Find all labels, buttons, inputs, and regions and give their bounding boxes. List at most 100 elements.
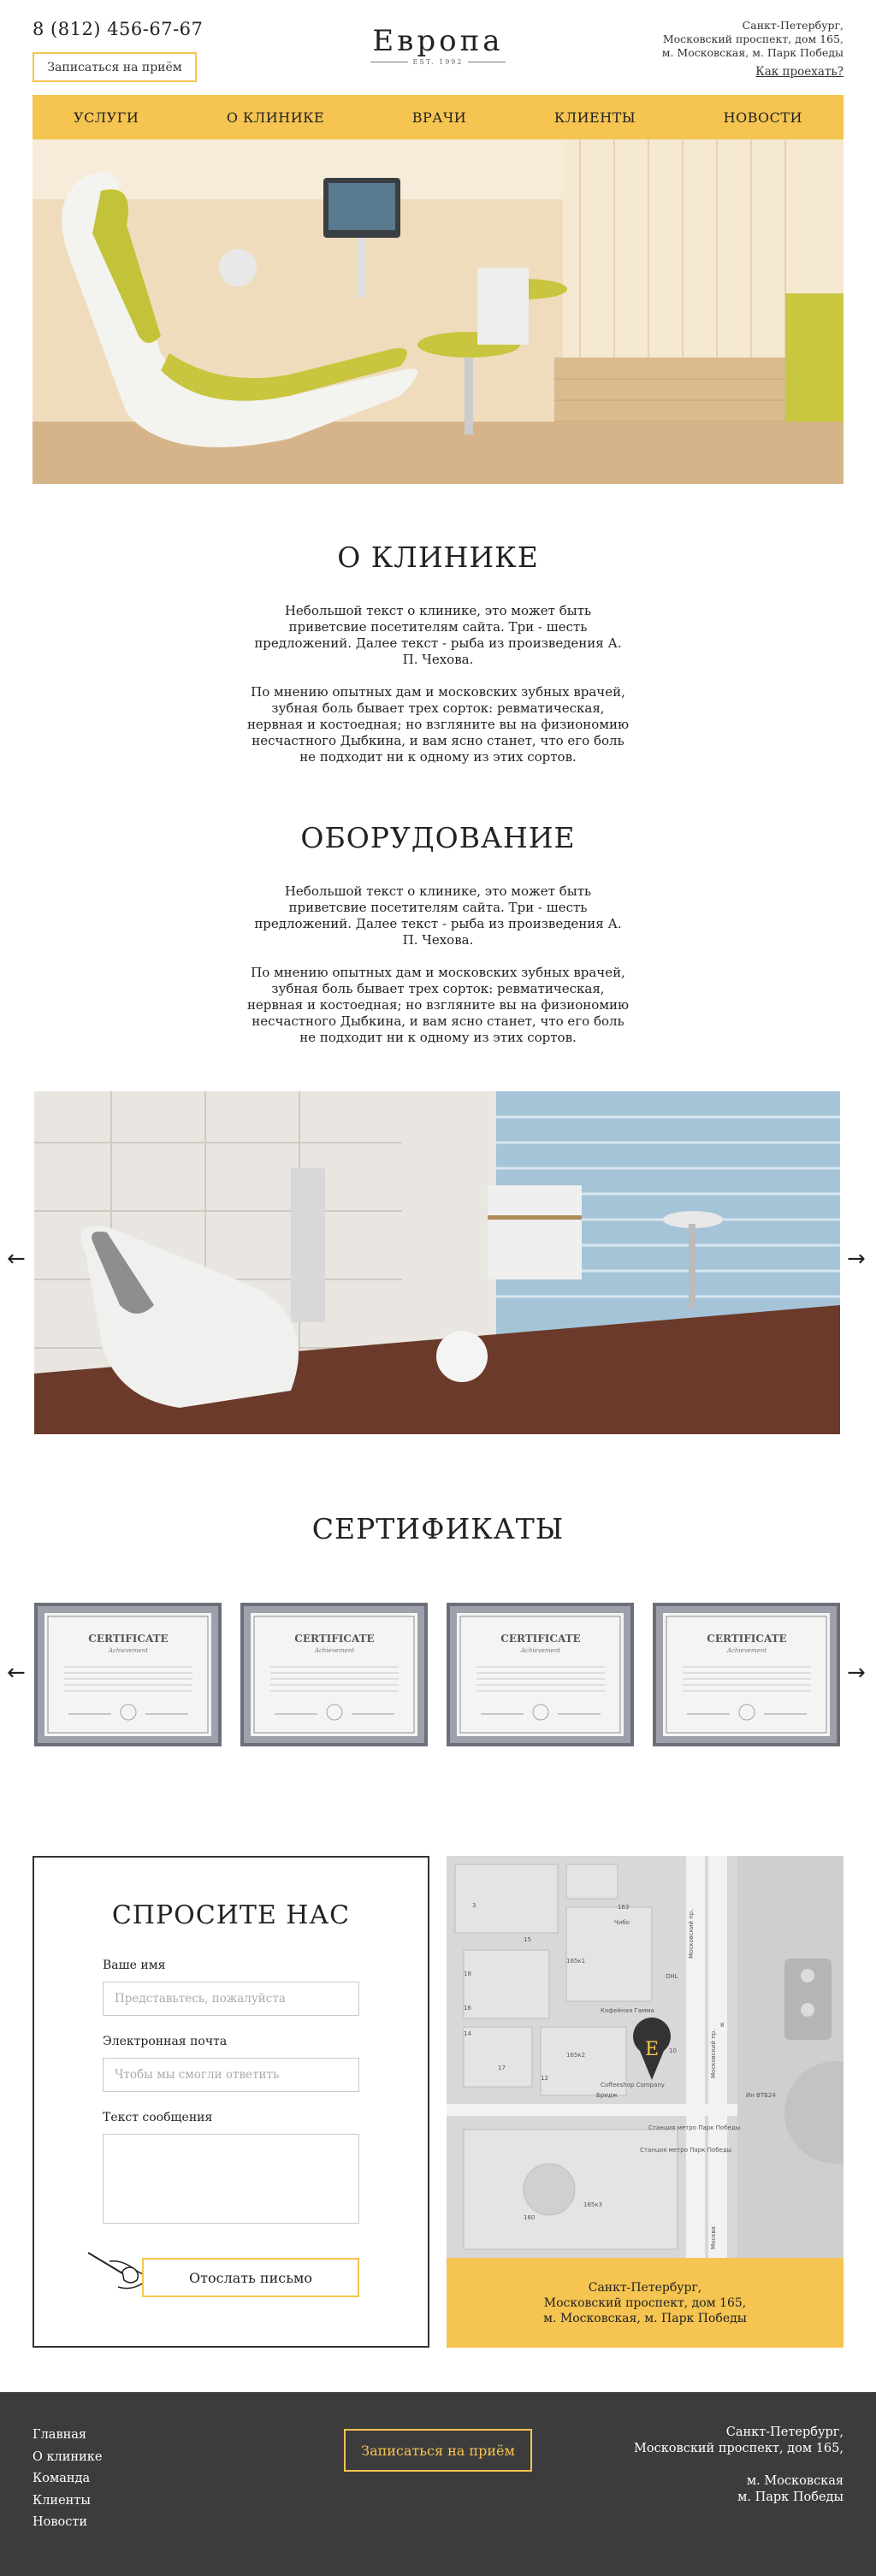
about-paragraph: Небольшой текст о клинике, это может быт…: [254, 603, 622, 667]
map-poi-label: DHL: [666, 1973, 678, 1980]
certificate-heading: CERTIFICATE: [707, 1633, 786, 1645]
footer-link-clients[interactable]: Клиенты: [33, 2490, 102, 2513]
header-address: Санкт-Петербург, Московский проспект, до…: [587, 19, 843, 60]
map-address-line: м. Московская, м. Парк Победы: [543, 2311, 747, 2325]
map-address-line: Московский проспект, дом 165,: [543, 2295, 747, 2310]
footer-appointment-button[interactable]: Записаться на приём: [344, 2429, 532, 2472]
map-address-line: Санкт-Петербург,: [588, 2280, 702, 2295]
main-nav: УСЛУГИ О КЛИНИКЕ ВРАЧИ КЛИЕНТЫ НОВОСТИ: [33, 95, 843, 139]
map-poi-label: Чибо: [614, 1919, 630, 1926]
map-street-label: Московский пр.: [710, 2029, 717, 2078]
message-label: Текст сообщения: [103, 2111, 213, 2124]
footer-address-line: Московский проспект, дом 165,: [634, 2442, 843, 2455]
header-address-line: Санкт-Петербург,: [742, 19, 843, 32]
equipment-paragraph: По мнению опытных дам и московских зубны…: [246, 965, 630, 1045]
certificates-title: СЕРТИФИКАТЫ: [311, 1512, 565, 1545]
equipment-paragraph: Небольшой текст о клинике, это может быт…: [254, 883, 622, 948]
certificate-heading: CERTIFICATE: [88, 1633, 168, 1645]
map-poi-label: Coffeeshop Company: [601, 2082, 665, 2089]
map-address: Санкт-Петербург, Московский проспект, до…: [447, 2258, 843, 2348]
send-message-button[interactable]: Отослать письмо: [142, 2258, 359, 2297]
hero-image: [33, 139, 843, 484]
header-address-line: м. Московская, м. Парк Победы: [661, 46, 843, 59]
footer-link-about[interactable]: О клинике: [33, 2447, 102, 2469]
map-street-label: Москва: [710, 2226, 717, 2249]
footer-nav: Главная О клинике Команда Клиенты Новост…: [33, 2425, 102, 2534]
logo-est: EST. 1992: [412, 58, 464, 66]
map-poi-label: Кофейная Гамма: [601, 2007, 654, 2014]
map-poi-label: Бридж: [596, 2092, 619, 2099]
map-house-number: 165к1: [566, 1958, 585, 1964]
certificates-next-arrow[interactable]: →: [847, 1662, 866, 1684]
dental-room-illustration: [33, 139, 843, 484]
map-house-number: 12: [541, 2075, 548, 2082]
map-street-label: Московский пр.: [688, 1910, 695, 1959]
footer-link-home[interactable]: Главная: [33, 2425, 102, 2447]
nav-item-clients[interactable]: КЛИЕНТЫ: [554, 109, 636, 126]
gallery-next-arrow[interactable]: →: [847, 1248, 866, 1270]
certificate-image: CERTIFICATE Achievement: [34, 1603, 222, 1746]
nav-item-doctors[interactable]: ВРАЧИ: [412, 109, 466, 126]
map-house-number: 160: [524, 2214, 535, 2221]
map-poi-label: Станция метро Парк Победы: [640, 2147, 731, 2154]
certificate-heading: CERTIFICATE: [500, 1633, 580, 1645]
logo[interactable]: Европа EST. 1992: [368, 24, 508, 66]
logo-name: Европа: [372, 24, 504, 58]
phone-number[interactable]: 8 (812) 456-67-67: [33, 19, 203, 39]
map-house-number: 10: [669, 2047, 677, 2054]
appointment-button[interactable]: Записаться на приём: [33, 52, 197, 82]
footer-metro-line: м. Парк Победы: [737, 2490, 843, 2504]
map-marker-letter: E: [645, 2039, 659, 2060]
footer-link-team[interactable]: Команда: [33, 2468, 102, 2490]
certificate-card[interactable]: CERTIFICATE Achievement: [447, 1603, 634, 1746]
map-house-number: 163: [618, 1904, 629, 1911]
location-map[interactable]: Московский пр. Московский пр. Кофейная Г…: [447, 1856, 843, 2258]
nav-item-news[interactable]: НОВОСТИ: [724, 109, 802, 126]
certificate-card[interactable]: CERTIFICATE Achievement: [653, 1603, 840, 1746]
nav-item-services[interactable]: УСЛУГИ: [74, 109, 139, 126]
contact-form-title: СПРОСИТЕ НАС: [111, 1900, 351, 1930]
map-house-number: 18: [464, 1970, 471, 1977]
map-illustration: Московский пр. Московский пр. Кофейная Г…: [447, 1856, 843, 2258]
certificate-image: CERTIFICATE Achievement: [653, 1603, 840, 1746]
name-label: Ваше имя: [103, 1959, 166, 1972]
map-house-number: 14: [464, 2030, 471, 2037]
contact-form: СПРОСИТЕ НАС Ваше имя Электронная почта …: [33, 1856, 429, 2348]
map-house-number: 8: [720, 2022, 724, 2029]
map-house-number: 165к2: [566, 2052, 585, 2059]
nav-item-about[interactable]: О КЛИНИКЕ: [227, 109, 324, 126]
email-input[interactable]: [103, 2058, 359, 2092]
map-house-number: 165к3: [583, 2201, 602, 2208]
footer-address: Санкт-Петербург, Московский проспект, до…: [587, 2425, 843, 2506]
certificate-subheading: Achievement: [108, 1647, 148, 1654]
equipment-gallery-image: [34, 1091, 840, 1434]
map-house-number: 15: [524, 1936, 531, 1943]
certificate-subheading: Achievement: [520, 1647, 560, 1654]
map-house-number: 3: [472, 1902, 476, 1909]
email-label: Электронная почта: [103, 2035, 228, 2048]
footer-link-news[interactable]: Новости: [33, 2512, 102, 2534]
equipment-title: ОБОРУДОВАНИЕ: [300, 821, 576, 854]
name-input[interactable]: [103, 1982, 359, 2016]
certificate-subheading: Achievement: [314, 1647, 354, 1654]
map-poi-label: Ин ВТБ24: [746, 2092, 776, 2099]
certificate-subheading: Achievement: [726, 1647, 766, 1654]
map-poi-label: Станция метро Парк Победы: [648, 2124, 740, 2131]
about-text: Небольшой текст о клинике, это может быт…: [246, 603, 630, 782]
about-paragraph: По мнению опытных дам и московских зубны…: [246, 684, 630, 765]
certificate-image: CERTIFICATE Achievement: [240, 1603, 428, 1746]
route-link[interactable]: Как проехать?: [755, 65, 843, 79]
certificate-image: CERTIFICATE Achievement: [447, 1603, 634, 1746]
header-address-line: Московский проспект, дом 165,: [662, 32, 843, 45]
certificate-card[interactable]: CERTIFICATE Achievement: [240, 1603, 428, 1746]
about-title: О КЛИНИКЕ: [337, 541, 539, 574]
certificates-prev-arrow[interactable]: ←: [7, 1662, 26, 1684]
equipment-room-illustration: [34, 1091, 840, 1434]
map-house-number: 17: [498, 2065, 506, 2071]
gallery-prev-arrow[interactable]: ←: [7, 1248, 26, 1270]
message-textarea[interactable]: [103, 2134, 359, 2224]
map-house-number: 16: [464, 2005, 471, 2012]
certificate-heading: CERTIFICATE: [294, 1633, 374, 1645]
footer-address-line: Санкт-Петербург,: [725, 2425, 843, 2439]
certificate-card[interactable]: CERTIFICATE Achievement: [34, 1603, 222, 1746]
